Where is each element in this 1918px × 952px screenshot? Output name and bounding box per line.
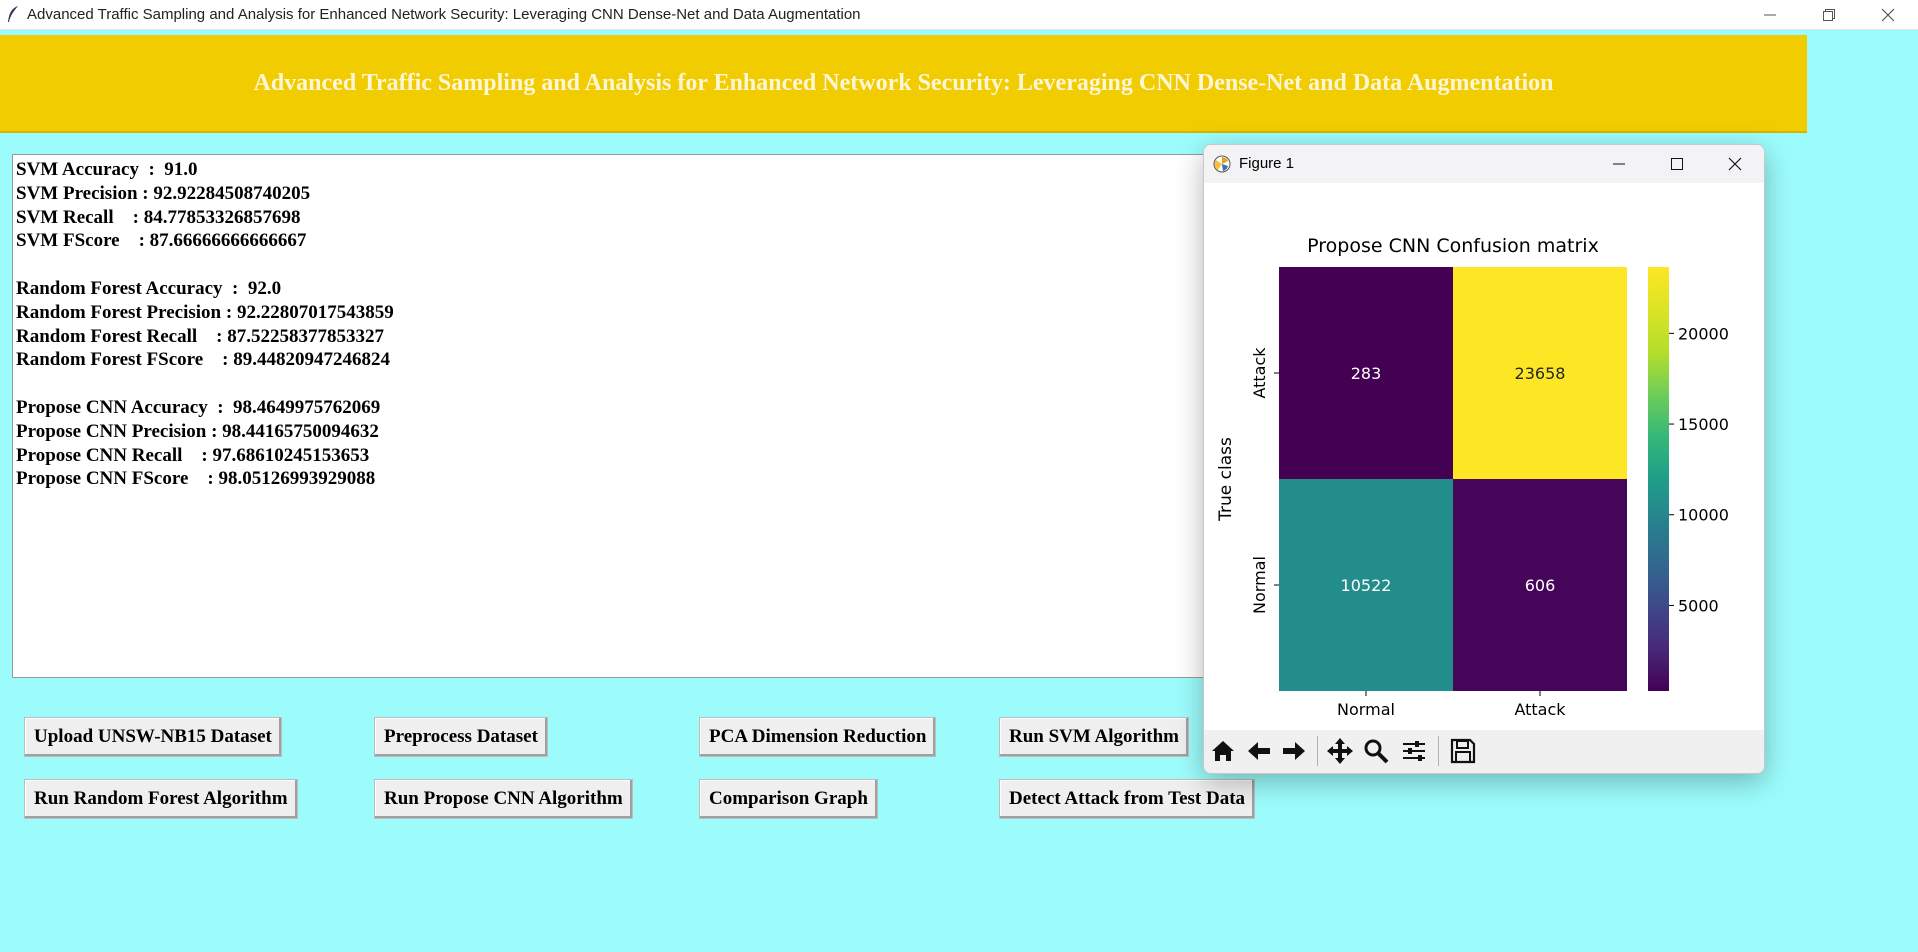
toolbar-separator <box>1317 736 1318 766</box>
close-icon <box>1881 8 1895 21</box>
run-svm-button[interactable]: Run SVM Algorithm <box>999 717 1189 757</box>
pca-reduction-button[interactable]: PCA Dimension Reduction <box>699 717 937 757</box>
result-line: SVM Precision : 92.92284508740205 <box>16 182 311 204</box>
feather-icon <box>8 6 18 22</box>
cell-value-label: 23658 <box>1515 364 1566 383</box>
colorbar-tick-label: 5000 <box>1678 596 1719 615</box>
detect-attack-button[interactable]: Detect Attack from Test Data <box>999 779 1256 819</box>
cell-value-label: 10522 <box>1341 576 1392 595</box>
result-blank-line <box>16 253 1208 277</box>
forward-arrow-icon <box>1283 742 1305 760</box>
figure-window[interactable]: Figure 1 Propose CNN Confusion matrix 283… <box>1203 144 1765 774</box>
figure-titlebar[interactable]: Figure 1 <box>1204 145 1764 183</box>
restore-icon <box>1823 8 1835 21</box>
configure-button[interactable] <box>1397 734 1431 768</box>
upload-dataset-button[interactable]: Upload UNSW-NB15 Dataset <box>24 717 282 757</box>
configure-icon <box>1403 741 1425 761</box>
figure-close-button[interactable] <box>1706 145 1764 183</box>
home-button[interactable] <box>1206 734 1240 768</box>
colorbar-tick-label: 20000 <box>1678 324 1729 343</box>
forward-button[interactable] <box>1277 734 1311 768</box>
y-tick-label: Normal <box>1250 556 1269 614</box>
window-title: Advanced Traffic Sampling and Analysis f… <box>27 6 861 23</box>
cell-value-label: 606 <box>1525 576 1556 595</box>
figure-maximize-button[interactable] <box>1648 145 1706 183</box>
maximize-icon <box>1671 158 1683 170</box>
zoom-icon <box>1364 739 1389 764</box>
result-line: Random Forest FScore : 89.44820947246824 <box>16 349 390 371</box>
result-line: Random Forest Accuracy : 92.0 <box>16 277 282 299</box>
confusion-matrix-chart: Propose CNN Confusion matrix 283 23658 1052… <box>1216 235 1729 746</box>
x-axis-label: Predicted class <box>1389 726 1517 727</box>
y-axis-label: True class <box>1216 437 1236 522</box>
figure-toolbar <box>1204 730 1764 773</box>
home-icon <box>1212 741 1234 761</box>
y-tick-label: Attack <box>1250 347 1269 399</box>
close-button[interactable] <box>1860 0 1916 29</box>
restore-button[interactable] <box>1801 0 1857 29</box>
result-line: SVM Accuracy : 91.0 <box>16 159 198 180</box>
minimize-icon <box>1613 163 1625 165</box>
matplotlib-icon <box>1213 155 1231 173</box>
preprocess-dataset-button[interactable]: Preprocess Dataset <box>374 717 548 757</box>
pan-button[interactable] <box>1323 734 1357 768</box>
window-titlebar: Advanced Traffic Sampling and Analysis f… <box>0 0 1918 30</box>
colorbar-tick-label: 10000 <box>1678 506 1729 525</box>
back-button[interactable] <box>1242 734 1276 768</box>
colorbar-tick-label: 15000 <box>1678 415 1729 434</box>
x-tick-label: Attack <box>1514 700 1566 719</box>
x-tick-label: Normal <box>1337 700 1395 719</box>
back-arrow-icon <box>1248 742 1270 760</box>
run-cnn-button[interactable]: Run Propose CNN Algorithm <box>374 779 633 819</box>
chart-title: Propose CNN Confusion matrix <box>1307 235 1599 257</box>
pan-icon <box>1327 738 1353 764</box>
colorbar <box>1648 267 1669 691</box>
result-line: Propose CNN Precision : 98.4416575009463… <box>16 420 379 442</box>
result-line: SVM FScore : 87.66666666666667 <box>16 230 307 252</box>
result-line: Random Forest Recall : 87.52258377853327 <box>16 325 385 347</box>
figure-canvas[interactable]: Propose CNN Confusion matrix 283 23658 1052… <box>1204 183 1764 746</box>
minimize-icon <box>1764 14 1776 15</box>
banner-title: Advanced Traffic Sampling and Analysis f… <box>253 69 1554 96</box>
result-line: Propose CNN FScore : 98.05126993929088 <box>16 468 376 490</box>
cell-value-label: 283 <box>1351 364 1382 383</box>
comparison-graph-button[interactable]: Comparison Graph <box>699 779 878 819</box>
result-blank-line <box>16 372 1208 396</box>
results-textarea[interactable]: SVM Accuracy : 91.0 SVM Precision : 92.9… <box>12 154 1208 678</box>
result-line: Random Forest Precision : 92.22807017543… <box>16 301 394 323</box>
result-line: Propose CNN Accuracy : 98.4649975762069 <box>16 396 381 418</box>
run-random-forest-button[interactable]: Run Random Forest Algorithm <box>24 779 298 819</box>
header-banner: Advanced Traffic Sampling and Analysis f… <box>0 35 1807 133</box>
toolbar-separator <box>1438 736 1439 766</box>
minimize-button[interactable] <box>1742 0 1798 29</box>
result-line: Propose CNN Recall : 97.68610245153653 <box>16 444 370 466</box>
save-button[interactable] <box>1446 734 1480 768</box>
figure-title: Figure 1 <box>1239 155 1295 172</box>
save-icon <box>1450 738 1476 764</box>
close-icon <box>1728 157 1742 171</box>
zoom-button[interactable] <box>1359 734 1393 768</box>
figure-minimize-button[interactable] <box>1590 145 1648 183</box>
result-line: SVM Recall : 84.77853326857698 <box>16 206 301 228</box>
